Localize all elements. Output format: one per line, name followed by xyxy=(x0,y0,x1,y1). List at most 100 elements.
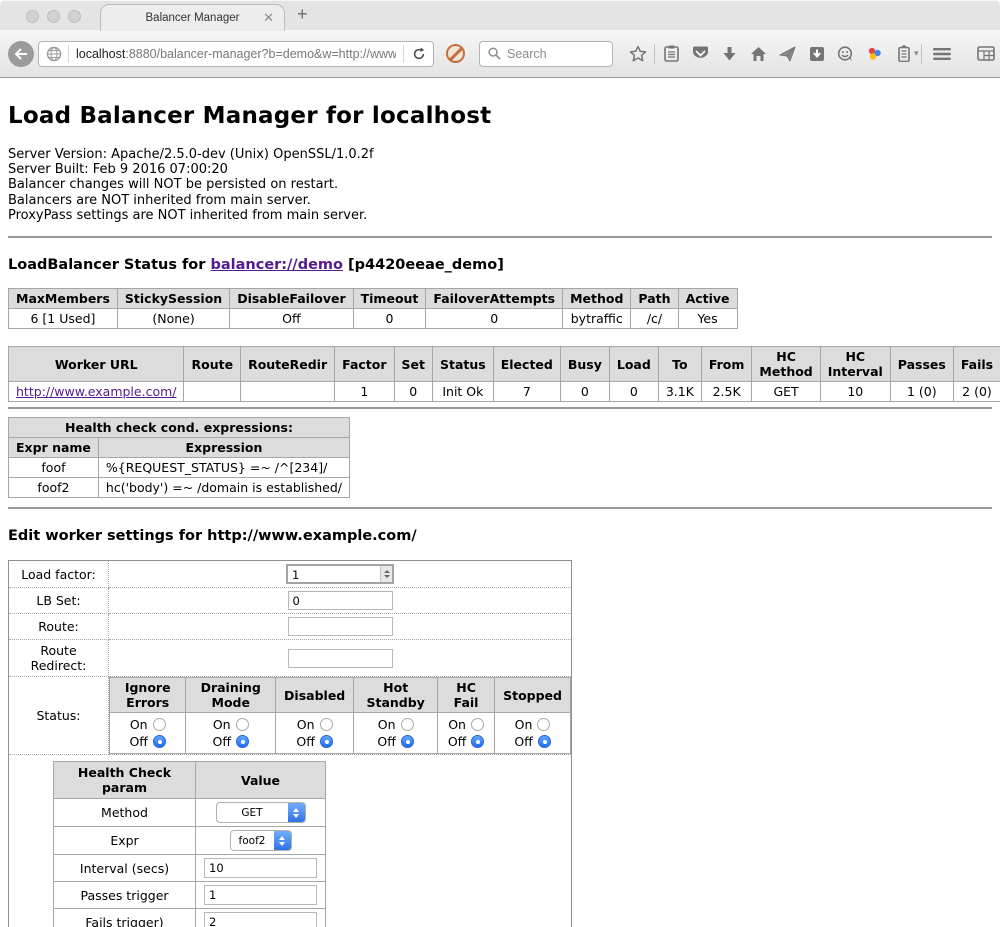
route-cell xyxy=(109,614,572,640)
feedback-button[interactable] xyxy=(831,40,860,68)
lb-set-cell xyxy=(109,588,572,614)
cell-expression: %{REQUEST_STATUS} =~ /^[234]/ xyxy=(98,458,349,478)
navigation-toolbar: localhost:8880/balancer-manager?b=demo&w… xyxy=(0,30,1000,78)
disabled-off-radio[interactable] xyxy=(320,735,333,748)
minimize-window-button[interactable] xyxy=(47,10,60,23)
close-window-button[interactable] xyxy=(26,10,39,23)
bookmark-star-button[interactable] xyxy=(623,40,652,68)
col-failoverattempts: FailoverAttempts xyxy=(426,289,563,309)
col-route: Route xyxy=(184,347,241,382)
col-disablefailover: DisableFailover xyxy=(230,289,353,309)
hc-expr-label: Expr xyxy=(54,827,196,855)
tab-close-icon[interactable]: ✕ xyxy=(263,10,274,25)
send-tab-button[interactable] xyxy=(773,40,802,68)
divider xyxy=(8,236,992,238)
table-header-row: Worker URL Route RouteRedir Factor Set S… xyxy=(9,347,1000,382)
route-input[interactable] xyxy=(288,617,393,636)
cell-set: 0 xyxy=(394,382,432,402)
hc-method-row: Method GET xyxy=(54,799,326,827)
radio-off-label: Off xyxy=(129,734,147,749)
stopped-off-radio[interactable] xyxy=(538,735,551,748)
col-active: Active xyxy=(678,289,737,309)
menu-button[interactable] xyxy=(924,40,960,68)
search-placeholder: Search xyxy=(507,47,547,61)
new-tab-button[interactable]: + xyxy=(297,4,308,25)
status-cell: Ignore Errors Draining Mode Disabled Hot… xyxy=(109,677,572,755)
col-maxmembers: MaxMembers xyxy=(9,289,118,309)
hc-fail-off-radio[interactable] xyxy=(471,735,484,748)
hc-fails-cell xyxy=(196,909,326,927)
divider xyxy=(8,507,992,509)
draining-mode-on-radio[interactable] xyxy=(236,718,249,731)
stopped-on-radio[interactable] xyxy=(537,718,550,731)
ignore-errors-on-radio[interactable] xyxy=(153,718,166,731)
url-divider xyxy=(68,45,69,63)
col-factor: Factor xyxy=(335,347,394,382)
hc-fails-label: Fails trigger) xyxy=(54,909,196,927)
hot-standby-off-radio[interactable] xyxy=(401,735,414,748)
zoom-window-button[interactable] xyxy=(68,10,81,23)
loadbalancer-status-heading: LoadBalancer Status for balancer://demo … xyxy=(8,257,992,273)
lb-set-input[interactable] xyxy=(288,591,393,610)
hc-interval-row: Interval (secs) xyxy=(54,855,326,882)
cell-hc-interval: 10 xyxy=(820,382,890,402)
toolbar-separator xyxy=(921,44,922,64)
route-redirect-input[interactable] xyxy=(288,649,393,668)
load-factor-input[interactable]: 1 xyxy=(286,564,394,584)
home-button[interactable] xyxy=(744,40,773,68)
tab-groups-button[interactable] xyxy=(972,40,1000,68)
color-dots-icon xyxy=(867,46,883,62)
hc-method-select[interactable]: GET xyxy=(216,802,306,823)
toolbar-icons: ▾ xyxy=(623,40,1000,68)
balancer-demo-link[interactable]: balancer://demo xyxy=(210,257,343,273)
hot-standby-on-radio[interactable] xyxy=(401,718,414,731)
table-header-row: Expr name Expression xyxy=(9,438,350,458)
url-input[interactable]: localhost:8880/balancer-manager?b=demo&w… xyxy=(76,47,396,61)
url-bar[interactable]: localhost:8880/balancer-manager?b=demo&w… xyxy=(38,41,434,67)
worker-url-link[interactable]: http://www.example.com/ xyxy=(16,384,176,399)
search-bar[interactable]: Search xyxy=(479,41,613,67)
cell-route xyxy=(184,382,241,402)
battery-icon xyxy=(898,45,910,62)
downloads-button[interactable] xyxy=(715,40,744,68)
worker-table: Worker URL Route RouteRedir Factor Set S… xyxy=(8,346,1000,402)
health-check-row: Health Check param Value Method GET xyxy=(9,755,572,927)
reload-icon xyxy=(412,47,426,61)
select-arrows-icon xyxy=(288,802,305,823)
extension-colordots-button[interactable] xyxy=(860,40,889,68)
hc-fail-on-radio[interactable] xyxy=(471,718,484,731)
hc-method-label: Method xyxy=(54,799,196,827)
expr-row: foof2 hc('body') =~ /domain is establish… xyxy=(9,478,350,498)
overflow-caret-icon[interactable]: ▾ xyxy=(914,49,919,59)
draining-mode-off-radio[interactable] xyxy=(236,735,249,748)
col-busy: Busy xyxy=(560,347,609,382)
hc-passes-label: Passes trigger xyxy=(54,882,196,909)
page-content: Load Balancer Manager for localhost Serv… xyxy=(0,79,1000,927)
number-spinner-icon[interactable] xyxy=(380,566,392,582)
cell-disablefailover: Off xyxy=(230,309,353,329)
pocket-button[interactable] xyxy=(686,40,715,68)
disabled-on-radio[interactable] xyxy=(320,718,333,731)
hc-passes-input[interactable] xyxy=(204,885,317,905)
content-blocked-icon[interactable] xyxy=(446,44,465,63)
radio-on-label: On xyxy=(515,717,533,732)
load-factor-value: 1 xyxy=(288,566,380,582)
hc-fails-input[interactable] xyxy=(204,912,317,927)
hc-expr-select[interactable]: foof2 xyxy=(230,830,292,851)
hc-expr-cell: foof2 xyxy=(196,827,326,855)
hc-header-row: Health Check param Value xyxy=(54,762,326,799)
reload-button[interactable] xyxy=(403,45,426,63)
reading-list-button[interactable] xyxy=(657,40,686,68)
server-info: Server Version: Apache/2.5.0-dev (Unix) … xyxy=(8,147,992,223)
cell-factor: 1 xyxy=(335,382,394,402)
col-passes: Passes xyxy=(890,347,953,382)
hc-interval-input[interactable] xyxy=(204,858,317,878)
radio-on-label: On xyxy=(213,717,231,732)
save-to-device-button[interactable] xyxy=(802,40,831,68)
tab-balancer-manager[interactable]: Balancer Manager ✕ xyxy=(100,4,285,31)
back-button[interactable] xyxy=(8,41,34,67)
col-hot-standby: Hot Standby xyxy=(354,678,438,713)
globe-icon xyxy=(46,46,62,62)
window-controls[interactable] xyxy=(26,10,81,23)
ignore-errors-off-radio[interactable] xyxy=(153,735,166,748)
